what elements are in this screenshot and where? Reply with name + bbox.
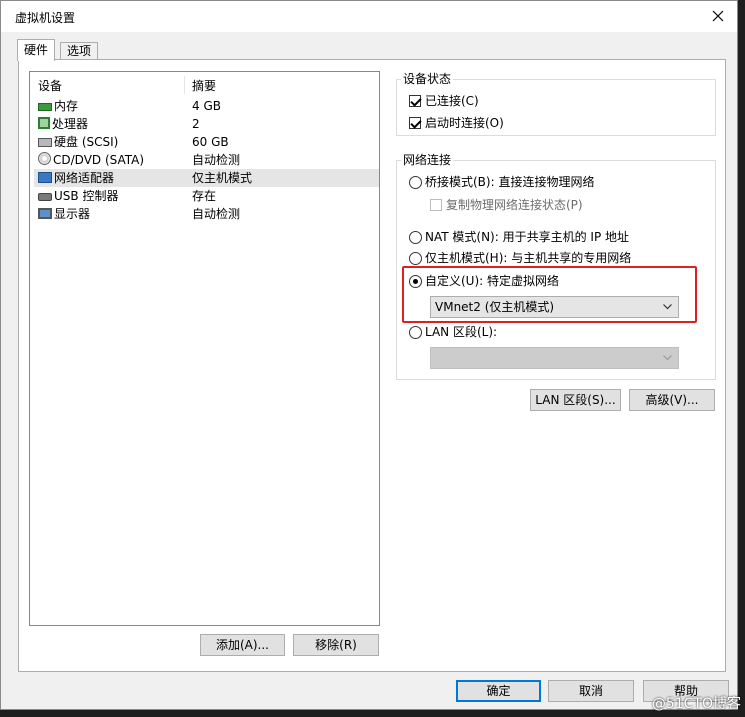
host-only-radio[interactable]: [409, 252, 422, 265]
replicate-state-label[interactable]: 复制物理网络连接状态(P): [446, 197, 583, 213]
bridged-radio[interactable]: [409, 176, 422, 189]
device-column-header[interactable]: 设备: [38, 77, 62, 95]
close-icon: [712, 10, 724, 22]
lan-segment-radio[interactable]: [409, 326, 422, 339]
device-name: 内存: [54, 99, 79, 113]
cancel-button[interactable]: 取消: [548, 680, 634, 702]
device-row-cd-dvd[interactable]: CD/DVD (SATA) 自动检测: [34, 151, 379, 169]
connect-at-power-on-label[interactable]: 启动时连接(O): [425, 115, 504, 131]
device-list[interactable]: 设备 摘要 内存 4 GB 处理器 2 硬盘 (SCSI) 60 GB CD/D…: [29, 71, 380, 626]
advanced-button[interactable]: 高级(V)...: [629, 389, 715, 411]
remove-device-button[interactable]: 移除(R): [293, 634, 379, 656]
tab-options[interactable]: 选项: [60, 42, 99, 60]
lan-segment-label[interactable]: LAN 区段(L):: [425, 324, 497, 340]
cd-dvd-icon: [38, 152, 51, 165]
device-row-display[interactable]: 显示器 自动检测: [34, 205, 379, 223]
device-row-hard-disk[interactable]: 硬盘 (SCSI) 60 GB: [34, 133, 379, 151]
host-only-label[interactable]: 仅主机模式(H): 与主机共享的专用网络: [425, 250, 631, 266]
device-row-processor[interactable]: 处理器 2: [34, 115, 379, 133]
watermark: @51CTO博客: [651, 696, 741, 712]
connected-label[interactable]: 已连接(C): [425, 93, 479, 109]
network-adapter-icon: [38, 172, 52, 183]
device-row-usb[interactable]: USB 控制器 存在: [34, 187, 379, 205]
replicate-state-checkbox[interactable]: [430, 199, 442, 211]
connected-checkbox[interactable]: [409, 95, 421, 107]
device-summary: 仅主机模式: [192, 171, 253, 185]
window-title: 虚拟机设置: [15, 11, 76, 25]
close-button[interactable]: [707, 5, 729, 27]
device-summary: 4 GB: [192, 99, 221, 113]
device-name: CD/DVD (SATA): [53, 153, 145, 167]
connect-at-power-on-checkbox[interactable]: [409, 117, 421, 129]
usb-icon: [38, 193, 52, 201]
device-name: USB 控制器: [54, 189, 119, 203]
title-bar[interactable]: 虚拟机设置: [1, 1, 737, 32]
network-connection-title: 网络连接: [401, 153, 454, 167]
memory-icon: [38, 103, 52, 111]
device-name: 硬盘 (SCSI): [54, 135, 119, 149]
chevron-down-icon: [663, 355, 672, 361]
device-row-network-adapter[interactable]: 网络适配器 仅主机模式: [34, 169, 379, 187]
lan-segment-select[interactable]: [430, 347, 679, 369]
device-row-memory[interactable]: 内存 4 GB: [34, 97, 379, 115]
device-summary: 自动检测: [192, 207, 241, 221]
device-name: 网络适配器: [54, 171, 115, 185]
summary-column-header[interactable]: 摘要: [192, 77, 216, 95]
device-summary: 自动检测: [192, 153, 241, 167]
processor-icon: [38, 117, 50, 129]
tab-hardware[interactable]: 硬件: [17, 39, 56, 61]
device-status-title: 设备状态: [401, 72, 454, 86]
device-name: 处理器: [52, 117, 89, 131]
bridged-label[interactable]: 桥接模式(B): 直接连接物理网络: [425, 174, 594, 190]
device-list-header: 设备 摘要: [34, 77, 379, 95]
device-name: 显示器: [54, 207, 91, 221]
display-icon: [38, 208, 52, 219]
hard-disk-icon: [38, 138, 52, 147]
add-device-button[interactable]: 添加(A)...: [200, 634, 285, 656]
device-summary: 2: [192, 117, 200, 131]
device-summary: 存在: [192, 189, 217, 203]
ok-button[interactable]: 确定: [456, 680, 541, 702]
lan-segments-button[interactable]: LAN 区段(S)...: [530, 389, 621, 411]
nat-radio[interactable]: [409, 231, 422, 244]
nat-label[interactable]: NAT 模式(N): 用于共享主机的 IP 地址: [425, 229, 629, 245]
custom-network-highlight: [402, 266, 697, 323]
device-summary: 60 GB: [192, 135, 229, 149]
